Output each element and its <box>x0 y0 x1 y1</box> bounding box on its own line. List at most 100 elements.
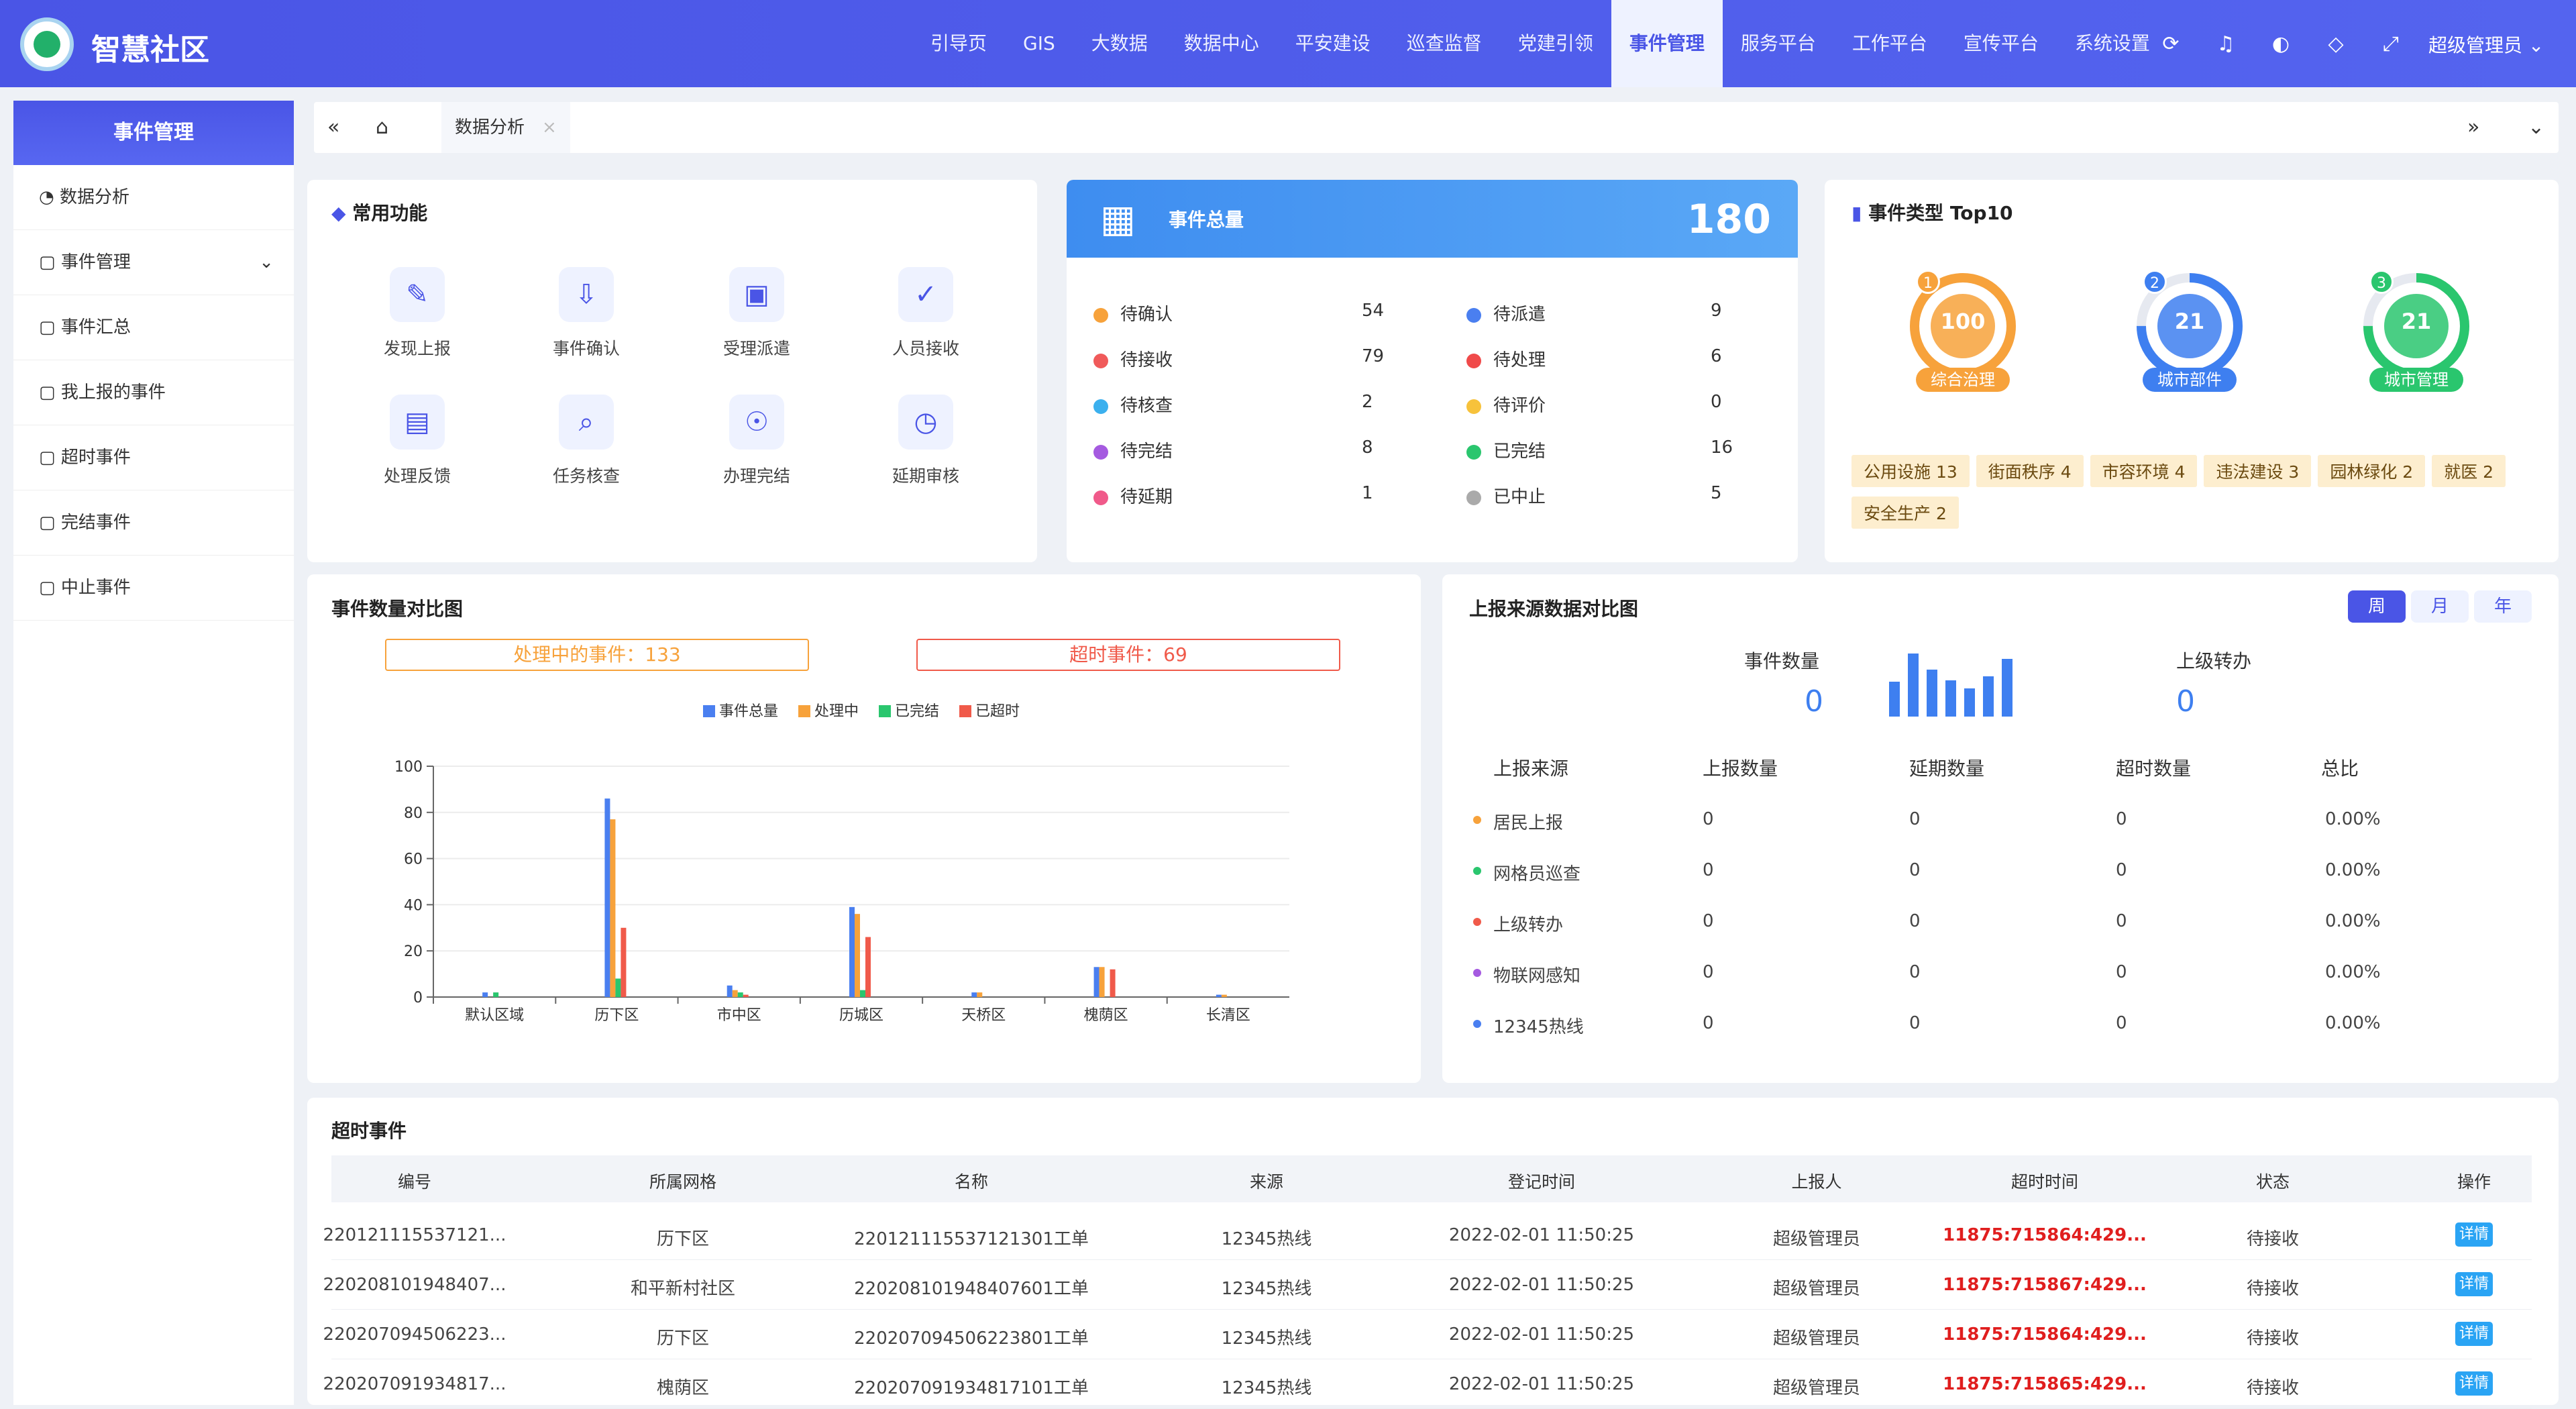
sidebar-item-event-mgmt[interactable]: ▢ 事件管理 ⌄ <box>13 230 294 295</box>
app-title: 智慧社区 <box>91 33 209 67</box>
type-tag[interactable]: 就医 2 <box>2432 455 2506 487</box>
status-item[interactable]: 待处理 6 <box>1466 346 1775 371</box>
card-title: ◆ 常用功能 <box>331 199 427 225</box>
sidebar-item-finished[interactable]: ▢ 完结事件 <box>13 490 294 556</box>
chevron-down-icon[interactable]: ⌄ <box>2528 102 2544 153</box>
bar-事件总量 <box>1216 994 1222 997</box>
status-item[interactable]: 待派遣 9 <box>1466 301 1775 325</box>
topnav-patrol[interactable]: 巡查监督 <box>1389 0 1500 87</box>
fullscreen-icon[interactable]: ⤢ <box>2363 32 2418 56</box>
bell-icon[interactable]: ♫ <box>2198 32 2253 56</box>
top-bar: 智慧社区 引导页 GIS 大数据 数据中心 平安建设 巡查监督 党建引领 事件管… <box>0 0 2576 87</box>
status-dot <box>1466 307 1481 323</box>
topnav-guide[interactable]: 引导页 <box>912 0 1005 87</box>
func-confirm[interactable]: ⇩ 事件确认 <box>533 267 640 360</box>
legend-label: 事件总量 <box>719 703 778 720</box>
topnav-publicity[interactable]: 宣传平台 <box>1945 0 2057 87</box>
legend-swatch <box>798 705 810 717</box>
func-receive[interactable]: ✓ 人员接收 <box>872 267 979 360</box>
overtime-header: 登记时间 <box>1507 1172 1576 1192</box>
status-item[interactable]: 待完结 8 <box>1093 437 1402 462</box>
cell-grid: 历下区 <box>656 1328 710 1349</box>
home-icon[interactable]: ⌂ <box>376 102 388 153</box>
topnav-datacenter[interactable]: 数据中心 <box>1166 0 1277 87</box>
transfer-label: 上级转办 <box>2176 650 2252 672</box>
sidebar-item-analysis[interactable]: ◔ 数据分析 <box>13 165 294 230</box>
type-tag[interactable]: 市容环境 4 <box>2090 455 2198 487</box>
sidebar-item-aborted[interactable]: ▢ 中止事件 <box>13 556 294 621</box>
detail-button[interactable]: 详情 <box>2455 1222 2493 1247</box>
source-dot <box>1473 918 1481 926</box>
sidebar-item-overtime[interactable]: ▢ 超时事件 <box>13 425 294 490</box>
status-value: 79 <box>1362 346 1385 366</box>
func-feedback[interactable]: ▤ 处理反馈 <box>364 395 471 487</box>
close-icon[interactable]: × <box>542 117 557 138</box>
top10-ring[interactable]: 100 1 综合治理 <box>1904 267 2022 392</box>
top10-ring[interactable]: 21 3 城市管理 <box>2357 267 2475 392</box>
topnav-party[interactable]: 党建引领 <box>1500 0 1611 87</box>
sidebar-item-label: 事件汇总 <box>60 317 131 337</box>
cell-time: 2022-02-01 11:50:25 <box>1448 1225 1635 1245</box>
type-tag[interactable]: 公用设施 13 <box>1851 455 1970 487</box>
refresh-icon[interactable]: ⟳ <box>2143 32 2198 56</box>
source-header: 上报数量 <box>1703 758 1778 780</box>
sidebar-item-summary[interactable]: ▢ 事件汇总 <box>13 295 294 360</box>
cell-status: 待接收 <box>2246 1328 2300 1349</box>
func-finish[interactable]: ☉ 办理完结 <box>703 395 810 487</box>
period-week-button[interactable]: 周 <box>2348 590 2406 623</box>
topnav-work[interactable]: 工作平台 <box>1834 0 1945 87</box>
detail-button[interactable]: 详情 <box>2455 1272 2493 1296</box>
overtime-header: 状态 <box>2255 1172 2290 1192</box>
top10-ring[interactable]: 21 2 城市部件 <box>2131 267 2249 392</box>
status-item[interactable]: 待延期 1 <box>1093 483 1402 508</box>
func-label: 任务核查 <box>552 466 620 486</box>
y-tick-label: 0 <box>413 990 423 1006</box>
legend-label: 已完结 <box>895 703 939 720</box>
status-item[interactable]: 待接收 79 <box>1093 346 1402 371</box>
func-delay[interactable]: ◷ 延期审核 <box>872 395 979 487</box>
status-item[interactable]: 已完结 16 <box>1466 437 1775 462</box>
func-check[interactable]: ⌕ 任务核查 <box>533 395 640 487</box>
cell-id: 220208101948407... <box>323 1275 506 1295</box>
cell-status: 待接收 <box>2246 1279 2300 1299</box>
topnav-events[interactable]: 事件管理 <box>1611 0 1723 87</box>
sidebar-header: 事件管理 <box>13 101 294 165</box>
sidebar-item-my-reports[interactable]: ▢ 我上报的事件 <box>13 360 294 425</box>
total-title: 事件总量 <box>1169 209 1244 231</box>
overtime-card: 超时事件 编号 所属网格 名称 来源 登记时间 上报人 超时时间 状态 操作 2201211155… <box>307 1098 2559 1409</box>
tab-data-analysis[interactable]: 数据分析 × <box>441 102 570 153</box>
topnav-gis[interactable]: GIS <box>1005 0 1073 87</box>
topnav-bigdata[interactable]: 大数据 <box>1073 0 1166 87</box>
skin-icon[interactable]: ◐ <box>2253 32 2308 56</box>
period-year-button[interactable]: 年 <box>2474 590 2532 623</box>
tag-icon[interactable]: ◇ <box>2308 32 2363 56</box>
func-report[interactable]: ✎ 发现上报 <box>364 267 471 360</box>
source-count: 0 <box>1703 1013 1714 1033</box>
status-item[interactable]: 已中止 5 <box>1466 483 1775 508</box>
source-overtime: 0 <box>2116 1013 2127 1033</box>
status-dot <box>1466 353 1481 368</box>
detail-button[interactable]: 详情 <box>2455 1371 2493 1396</box>
type-tag[interactable]: 安全生产 2 <box>1851 497 1959 529</box>
x-tick-label: 市中区 <box>717 1007 761 1024</box>
cell-grid: 和平新村社区 <box>630 1279 736 1299</box>
tabs-next-icon[interactable]: » <box>2467 102 2479 153</box>
status-item[interactable]: 待确认 54 <box>1093 301 1402 325</box>
status-item[interactable]: 待核查 2 <box>1093 392 1402 417</box>
type-tag[interactable]: 违法建设 3 <box>2204 455 2312 487</box>
status-dot <box>1466 444 1481 460</box>
tabs-prev-icon[interactable]: « <box>327 102 339 153</box>
type-tag[interactable]: 街面秩序 4 <box>1976 455 2084 487</box>
user-menu[interactable]: 超级管理员 ⌄ <box>2428 31 2544 58</box>
period-month-button[interactable]: 月 <box>2411 590 2469 623</box>
status-item[interactable]: 待评价 0 <box>1466 392 1775 417</box>
func-dispatch[interactable]: ▣ 受理派遣 <box>703 267 810 360</box>
tab-bar: « ⌂ 数据分析 × » ⌄ <box>314 102 2559 153</box>
type-tag[interactable]: 园林绿化 2 <box>2318 455 2426 487</box>
topnav-safety[interactable]: 平安建设 <box>1277 0 1389 87</box>
source-percent: 0.00% <box>2325 911 2381 931</box>
detail-button[interactable]: 详情 <box>2455 1322 2493 1346</box>
topnav-service[interactable]: 服务平台 <box>1723 0 1834 87</box>
sidebar-item-label: 完结事件 <box>60 513 131 533</box>
x-tick-label: 长清区 <box>1206 1007 1250 1024</box>
